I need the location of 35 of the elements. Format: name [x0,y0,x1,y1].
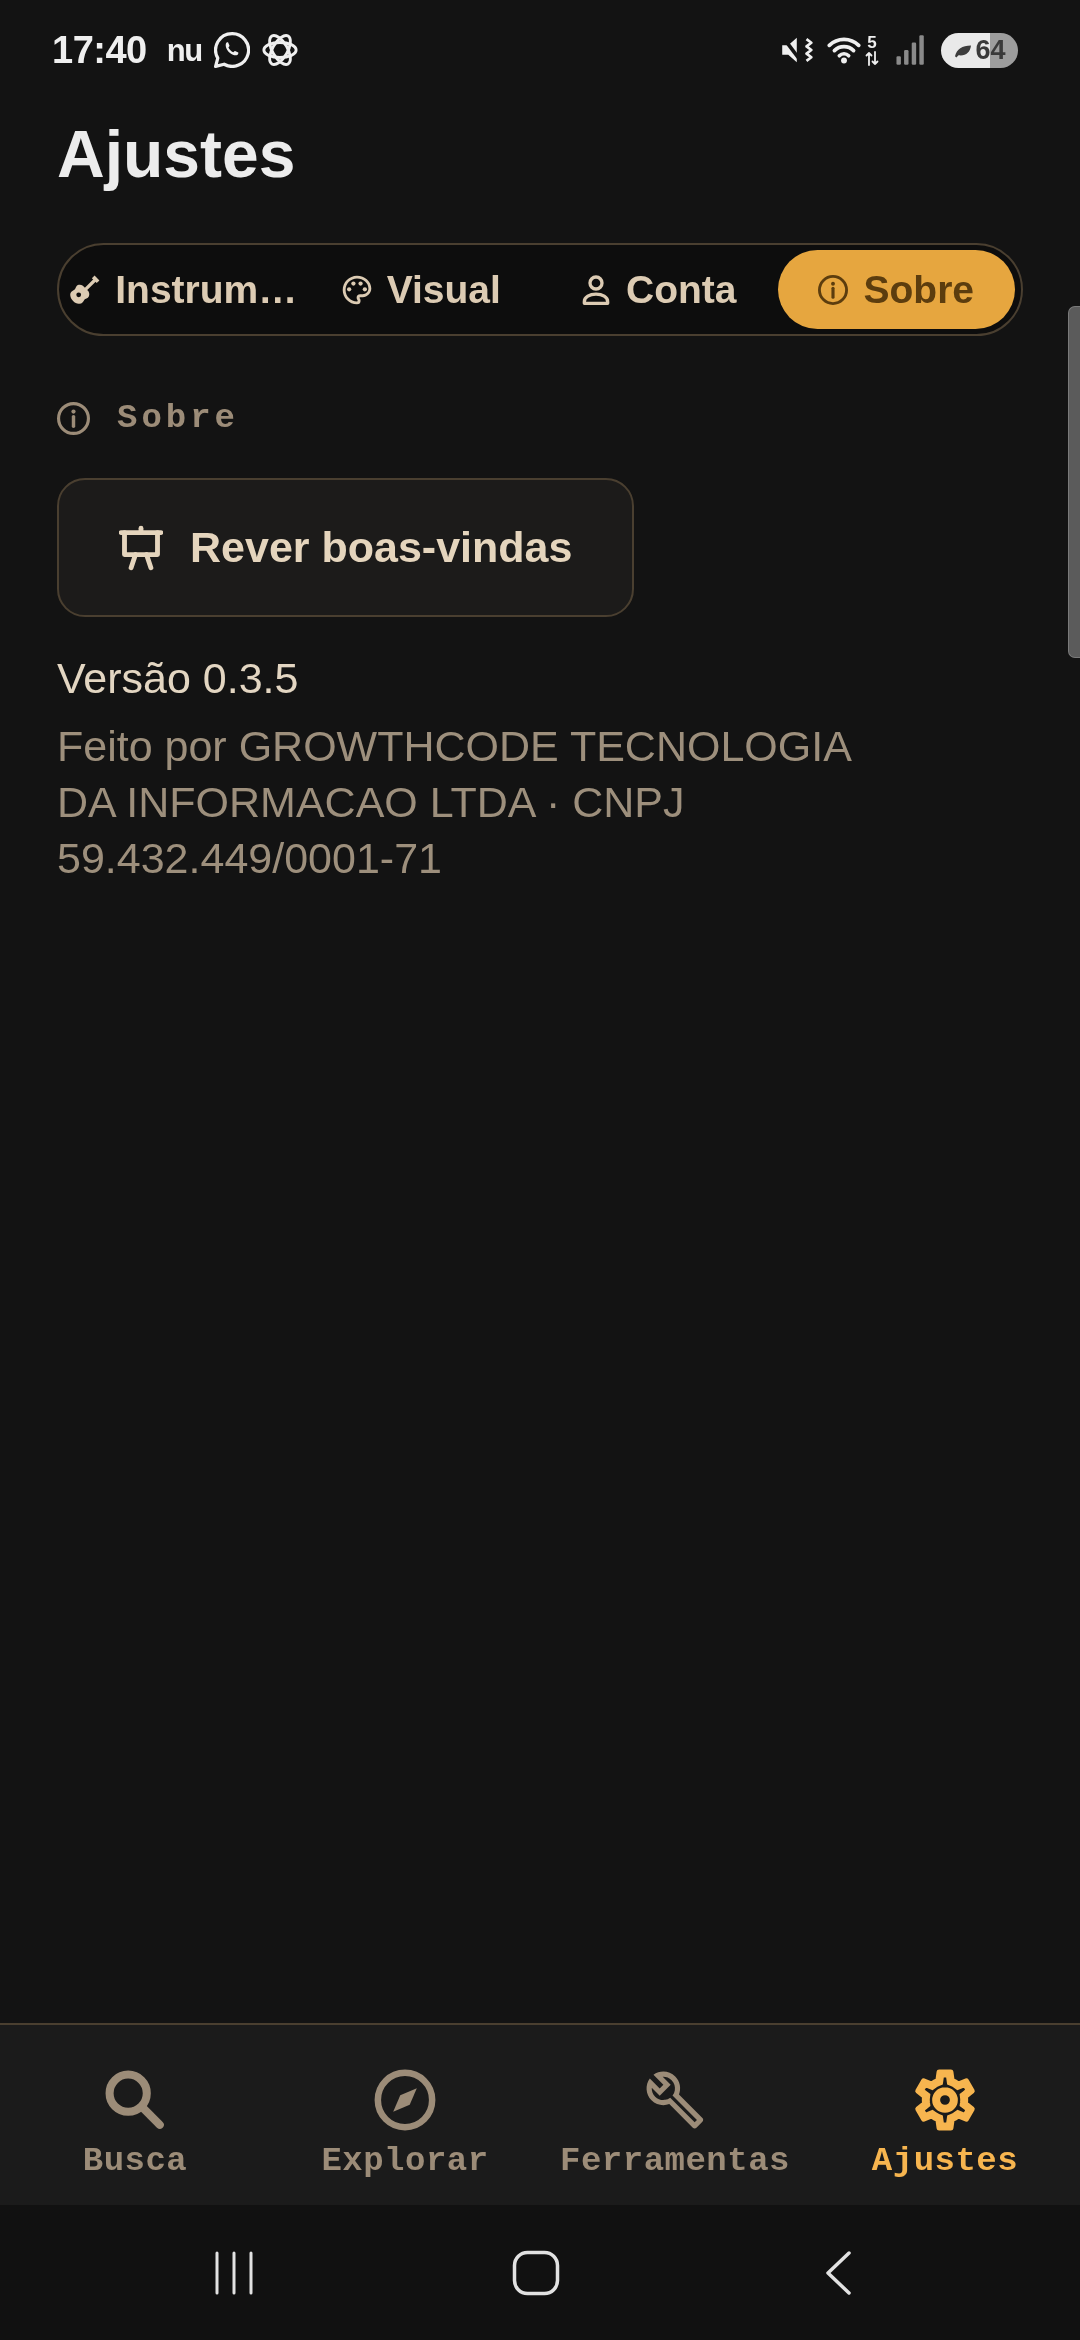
section-heading: Sobre [117,399,240,437]
person-icon [581,274,611,305]
signal-icon [895,34,925,66]
tab[interactable]: Instrum… [65,250,303,329]
recents-icon[interactable] [213,2249,255,2296]
home-icon[interactable] [512,2249,560,2296]
guitar-icon [70,274,101,305]
wifi-icon [827,35,861,65]
tab[interactable]: Visual [302,250,540,329]
credits-text: Feito por GROWTHCODE TECNOLOGIA DA INFORMACAO LTDA · CNPJ 59.432.449/0001-71 [57,721,852,884]
chat-bubble-icon [213,32,250,68]
compass-icon [374,2069,436,2131]
nav-tab[interactable]: Ajustes [871,2069,1019,2181]
search-icon [104,2069,166,2131]
palette-icon [341,274,372,305]
muted-speaker-icon [781,35,815,65]
info-icon [57,401,90,435]
transfer-arrows-icon [865,50,879,66]
welcome-button[interactable]: Rever boas-vindas [57,478,635,617]
tab[interactable]: Conta [540,250,778,329]
knot-icon [261,32,298,68]
nav-tab[interactable]: Ferramentas [560,2069,790,2181]
nav-tab[interactable]: Explorar [321,2069,489,2181]
notification-logo: nu [166,34,202,66]
tab[interactable]: Sobre [777,250,1015,329]
easel-icon [119,524,163,571]
wrench-icon [644,2069,706,2131]
scrollbar-thumb[interactable] [1068,306,1080,658]
version-text: Versão 0.3.5 [57,653,299,704]
page-title: Ajustes [57,116,296,193]
wifi-band-label: 5 [867,34,877,51]
status-time: 17:40 [52,28,147,72]
info-icon [818,274,849,305]
nav-tab[interactable]: Busca [82,2069,188,2181]
settings-icon [914,2069,976,2131]
